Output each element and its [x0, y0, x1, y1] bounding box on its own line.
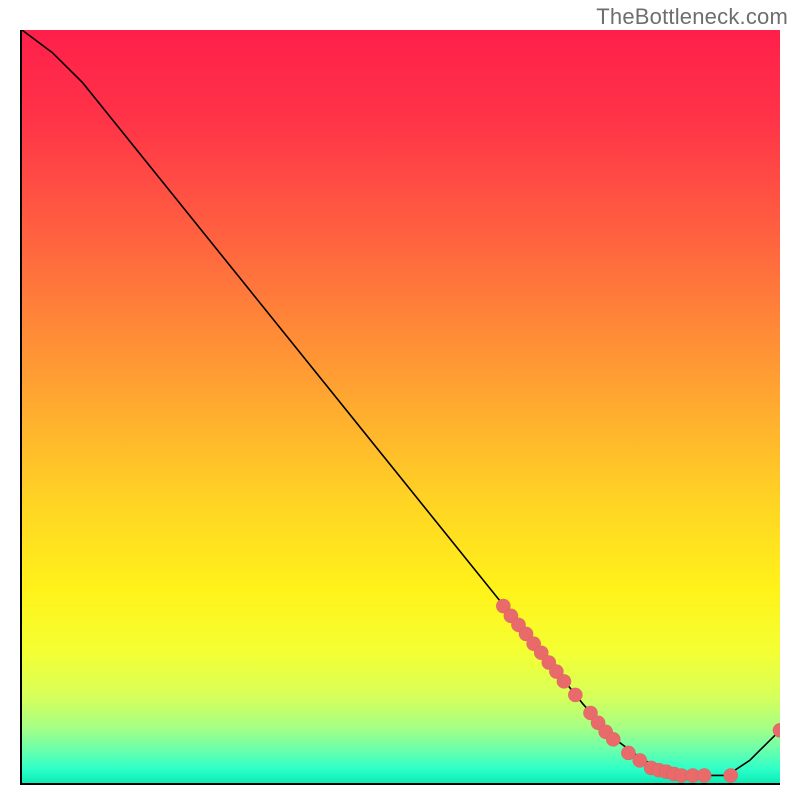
chart-stage: TheBottleneck.com: [0, 0, 800, 800]
bottleneck-curve: [22, 30, 780, 775]
data-marker: [557, 674, 571, 688]
data-marker: [724, 768, 738, 782]
attribution-text: TheBottleneck.com: [596, 4, 788, 30]
plot-area: [20, 30, 780, 785]
data-marker: [568, 688, 582, 702]
curve-layer: [22, 30, 780, 783]
marker-group: [496, 599, 780, 783]
data-marker: [697, 768, 711, 782]
data-marker: [606, 732, 620, 746]
